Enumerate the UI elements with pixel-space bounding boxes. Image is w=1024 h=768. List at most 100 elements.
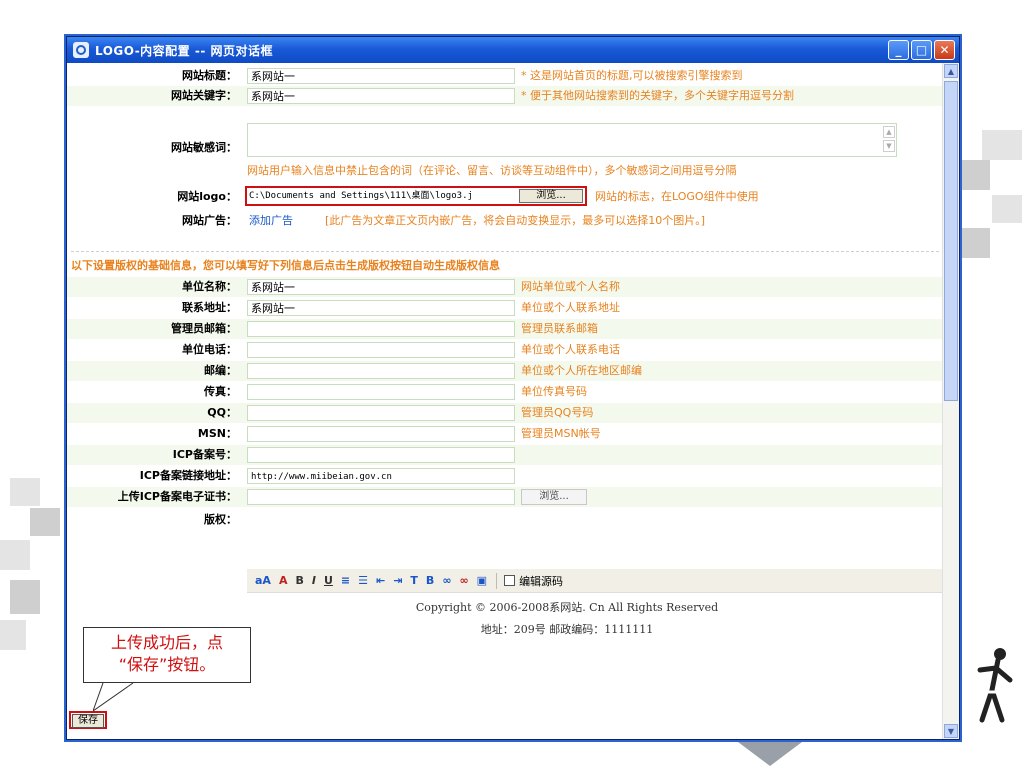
icp-number-input[interactable] — [247, 447, 515, 463]
deco-square — [982, 130, 1022, 160]
bold-icon[interactable]: B — [293, 574, 305, 587]
italic-icon[interactable]: I — [310, 574, 318, 587]
fax-label: 传真： — [204, 385, 237, 398]
save-button[interactable]: 保存 — [72, 714, 104, 728]
address-line: 地址：209号 邮政编码：1111111 — [480, 623, 654, 636]
qq-input[interactable] — [247, 405, 515, 421]
list-icon[interactable]: ☰ — [356, 574, 370, 587]
unit-name-input[interactable]: 系网站一 — [247, 279, 515, 295]
bg-color-icon[interactable]: B — [424, 574, 436, 587]
unit-name-label: 单位名称： — [182, 280, 237, 293]
site-logo-path-input[interactable]: C:\Documents and Settings\111\桌面\logo3.j — [249, 189, 517, 203]
scroll-up-icon[interactable]: ▲ — [883, 126, 895, 138]
add-ad-link[interactable]: 添加广告 — [249, 211, 293, 231]
copyright-editor[interactable]: Copyright © 2006-2008系网站. Cn All Rights … — [247, 593, 943, 703]
row-admin-email: 管理员邮箱： 管理员联系邮箱 — [67, 319, 943, 339]
unit-phone-input[interactable] — [247, 342, 515, 358]
edit-source-checkbox[interactable] — [504, 575, 516, 586]
editor-toolbar: aA A B I U ≡ ☰ ⇤ ⇥ T B ∞ ∞ ▣ 编辑源码 — [247, 569, 943, 593]
indent-icon[interactable]: ⇥ — [391, 574, 404, 587]
font-size-icon[interactable]: aA — [253, 574, 273, 587]
underline-icon[interactable]: U — [322, 574, 335, 587]
unit-name-hint: 网站单位或个人名称 — [521, 280, 620, 293]
font-color-icon[interactable]: A — [277, 574, 290, 587]
row-upload-cert: 上传ICP备案电子证书： 浏览... — [67, 487, 943, 507]
site-sensitive-textarea[interactable]: ▲ ▼ — [247, 123, 897, 157]
qq-hint: 管理员QQ号码 — [521, 406, 594, 419]
scroll-thumb[interactable] — [944, 81, 958, 401]
icp-link-input[interactable]: http://www.miibeian.gov.cn — [247, 468, 515, 484]
ie-icon — [73, 42, 89, 58]
contact-address-hint: 单位或个人联系地址 — [521, 301, 620, 314]
dialog-window: LOGO-内容配置 -- 网页对话框 _ □ ✕ 网站标题： 系网站一 这是网站… — [66, 36, 960, 740]
upload-cert-label: 上传ICP备案电子证书： — [117, 490, 237, 503]
save-button-frame: 保存 — [69, 711, 107, 729]
deco-square — [992, 195, 1022, 223]
scroll-up-arrow-icon[interactable]: ▲ — [944, 64, 958, 78]
row-unit-phone: 单位电话： 单位或个人联系电话 — [67, 340, 943, 360]
minimize-button[interactable]: _ — [888, 40, 909, 60]
toolbar-separator — [496, 572, 498, 589]
postcode-hint: 单位或个人所在地区邮编 — [521, 364, 642, 377]
site-title-hint: 这是网站首页的标题,可以被搜索引擎搜索到 — [521, 66, 743, 86]
site-logo-label: 网站logo： — [177, 190, 237, 203]
deco-square — [10, 580, 40, 614]
scroll-down-icon[interactable]: ▼ — [883, 140, 895, 152]
close-button[interactable]: ✕ — [934, 40, 955, 60]
deco-square — [30, 508, 60, 536]
instruction-callout: 上传成功后，点 “保存”按钮。 — [83, 627, 251, 683]
section-divider — [71, 251, 939, 252]
msn-input[interactable] — [247, 426, 515, 442]
site-title-input[interactable]: 系网站一 — [247, 68, 515, 84]
admin-email-label: 管理员邮箱： — [171, 322, 237, 335]
unlink-icon[interactable]: ∞ — [457, 574, 470, 587]
unit-phone-hint: 单位或个人联系电话 — [521, 343, 620, 356]
row-fax: 传真： 单位传真号码 — [67, 382, 943, 402]
icp-number-label: ICP备案号： — [172, 448, 237, 461]
site-keywords-input[interactable]: 系网站一 — [247, 88, 515, 104]
callout-pointer — [93, 683, 134, 711]
row-site-keywords: 网站关键字： 系网站一 便于其他网站搜索到的关键字，多个关键字用逗号分割 — [67, 86, 943, 106]
admin-email-input[interactable] — [247, 321, 515, 337]
contact-address-input[interactable]: 系网站一 — [247, 300, 515, 316]
running-figure-icon — [977, 648, 1013, 723]
outdent-icon[interactable]: ⇤ — [374, 574, 387, 587]
unit-phone-label: 单位电话： — [182, 343, 237, 356]
vertical-scrollbar[interactable]: ▲ ▼ — [942, 63, 959, 739]
postcode-label: 邮编： — [204, 364, 237, 377]
fax-hint: 单位传真号码 — [521, 385, 587, 398]
callout-line-2: “保存”按钮。 — [118, 655, 216, 674]
image-icon[interactable]: ▣ — [475, 574, 489, 587]
maximize-button[interactable]: □ — [911, 40, 932, 60]
row-icp-number: ICP备案号： — [67, 445, 943, 465]
textarea-scrollbar[interactable]: ▲ ▼ — [882, 124, 896, 156]
row-contact-address: 联系地址： 系网站一 单位或个人联系地址 — [67, 298, 943, 318]
row-msn: MSN： 管理员MSN帐号 — [67, 424, 943, 444]
callout-line-1: 上传成功后，点 — [110, 633, 223, 652]
site-ad-label: 网站广告： — [182, 214, 237, 227]
deco-square — [0, 620, 26, 650]
upload-cert-browse-button[interactable]: 浏览... — [521, 489, 587, 505]
deco-square — [0, 540, 30, 570]
upload-cert-input[interactable] — [247, 489, 515, 505]
title-bar[interactable]: LOGO-内容配置 -- 网页对话框 _ □ ✕ — [67, 37, 959, 63]
site-logo-browse-button[interactable]: 浏览... — [519, 189, 583, 203]
dialog-content: 网站标题： 系网站一 这是网站首页的标题,可以被搜索引擎搜索到 网站关键字： 系… — [67, 63, 943, 739]
site-logo-hint: 网站的标志，在LOGO组件中使用 — [595, 190, 759, 203]
window-title: LOGO-内容配置 -- 网页对话框 — [95, 43, 273, 58]
fax-input[interactable] — [247, 384, 515, 400]
row-qq: QQ： 管理员QQ号码 — [67, 403, 943, 423]
row-copyright: 版权： — [67, 510, 943, 530]
row-site-title: 网站标题： 系网站一 这是网站首页的标题,可以被搜索引擎搜索到 — [67, 66, 943, 86]
deco-square — [962, 160, 990, 190]
scroll-down-arrow-icon[interactable]: ▼ — [944, 724, 958, 738]
text-color-icon[interactable]: T — [408, 574, 420, 587]
deco-square — [962, 228, 990, 258]
edit-source-label: 编辑源码 — [519, 574, 564, 588]
align-icon[interactable]: ≡ — [339, 574, 352, 587]
postcode-input[interactable] — [247, 363, 515, 379]
site-sensitive-hint: 网站用户输入信息中禁止包含的词（在评论、留言、访谈等互动组件中），多个敏感词之间… — [247, 164, 737, 177]
link-icon[interactable]: ∞ — [440, 574, 453, 587]
row-icp-link: ICP备案链接地址： http://www.miibeian.gov.cn — [67, 466, 943, 486]
site-sensitive-label: 网站敏感词： — [171, 141, 237, 154]
